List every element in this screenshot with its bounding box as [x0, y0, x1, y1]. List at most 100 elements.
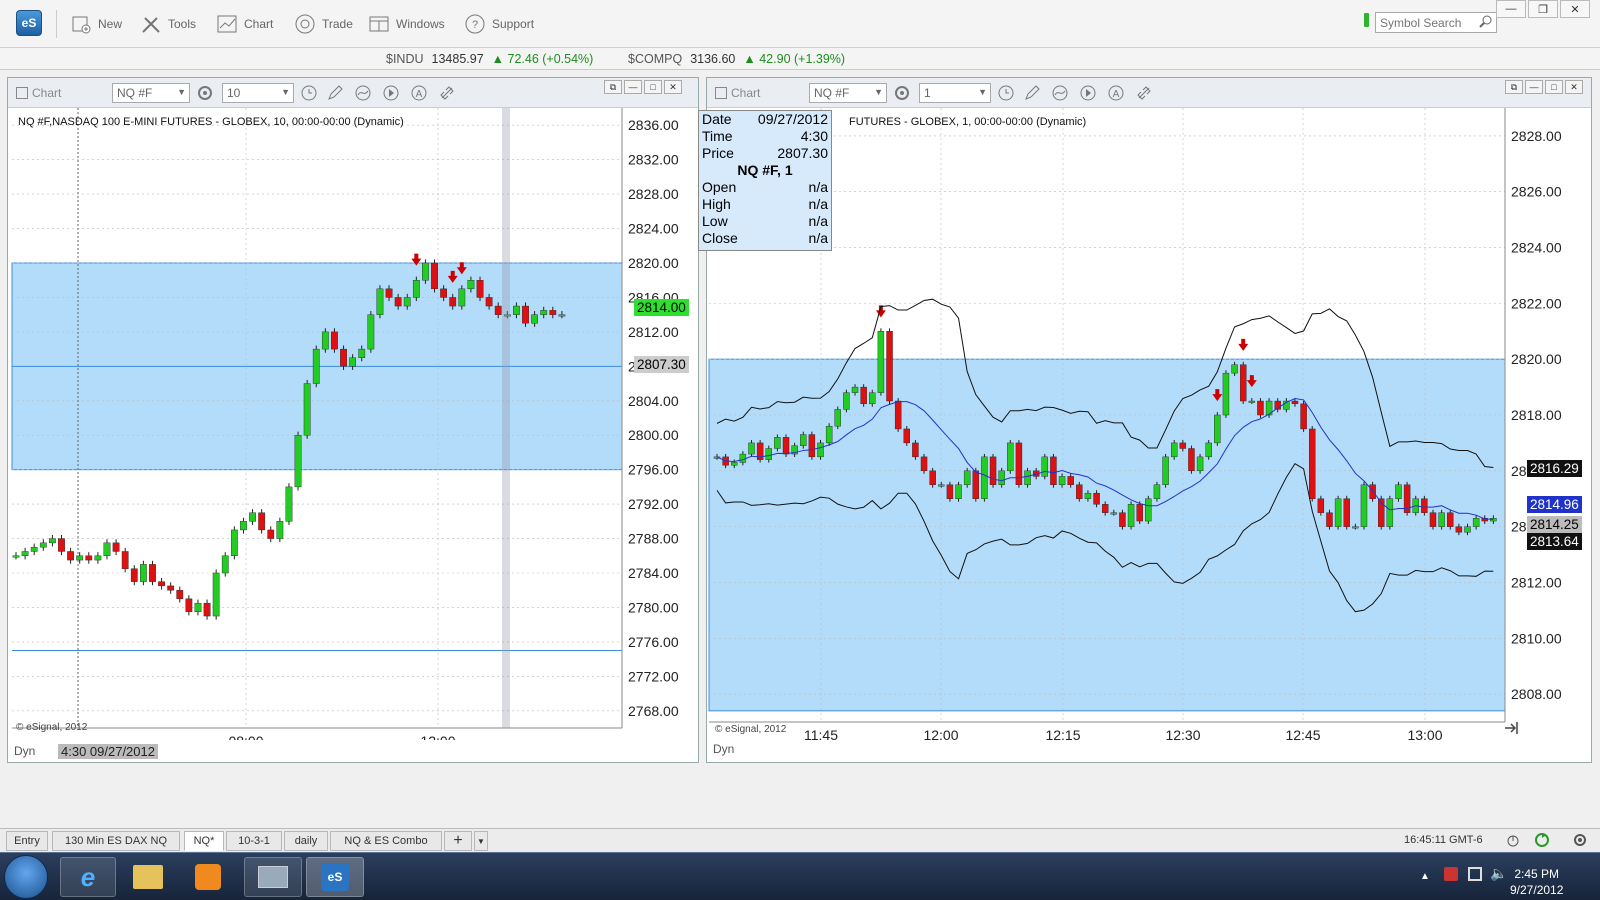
alert-icon[interactable]: A	[1107, 84, 1125, 102]
folder-icon[interactable]	[120, 857, 176, 897]
popout-icon[interactable]: ⧉	[604, 80, 622, 94]
add-tab-button[interactable]: +	[444, 831, 472, 851]
y-tick-label: 2772.00	[628, 668, 679, 684]
tab-entry[interactable]: Entry	[6, 831, 48, 851]
candlestick-chart-left[interactable]: 2836.002832.002828.002824.002820.002816.…	[8, 108, 698, 740]
system-clock[interactable]: 2:45 PM 9/27/2012	[1510, 866, 1563, 898]
data-tip-label: Close	[702, 230, 738, 246]
y-tick-label: 2824.00	[628, 221, 679, 237]
tools-button[interactable]: Tools	[140, 12, 196, 36]
symbol-select[interactable]: NQ #F ▼	[809, 83, 887, 103]
ticker-item[interactable]: $COMPQ 3136.60 ▲ 42.90 (+1.39%)	[628, 52, 845, 66]
candle	[531, 314, 538, 324]
clock-icon[interactable]	[300, 84, 318, 102]
pencil-icon[interactable]	[326, 84, 344, 102]
esignal-logo[interactable]: eS	[16, 10, 42, 36]
main-toolbar: eS New Tools Chart Trade Windows ? Suppo…	[0, 0, 1600, 48]
candle	[112, 542, 120, 552]
pencil-icon[interactable]	[1023, 84, 1041, 102]
candle	[1162, 456, 1169, 485]
x-tick-label: 12:45	[1285, 727, 1320, 740]
gear-icon[interactable]	[893, 84, 911, 102]
gear-icon[interactable]	[196, 84, 214, 102]
refresh-icon[interactable]	[1534, 832, 1550, 848]
tab-nq-es-combo[interactable]: NQ & ES Combo	[330, 831, 442, 851]
candle	[1007, 442, 1014, 472]
volume-icon[interactable]: 🔈	[1490, 865, 1507, 882]
link-icon[interactable]	[1135, 84, 1153, 102]
tray-expand-icon[interactable]: ▲	[1420, 871, 1430, 882]
chart-header: Chart NQ #F ▼ 10 ▼ A ⧉ — □ ✕	[8, 78, 698, 108]
symbol-value: NQ #F	[814, 86, 850, 100]
media-player-icon[interactable]	[180, 857, 236, 897]
x-tick-label: 12:00	[923, 727, 958, 740]
candle	[963, 470, 971, 485]
support-button[interactable]: ? Support	[464, 12, 534, 36]
close-icon[interactable]: ✕	[1560, 0, 1590, 18]
study-icon[interactable]	[1051, 84, 1069, 102]
power-icon[interactable]	[1506, 834, 1520, 848]
candle	[76, 555, 84, 561]
candle	[558, 314, 566, 317]
trade-button[interactable]: Trade	[294, 12, 353, 36]
study-icon[interactable]	[354, 84, 372, 102]
play-icon[interactable]	[382, 84, 400, 102]
link-icon[interactable]	[438, 84, 456, 102]
popout-icon[interactable]: ⧉	[1505, 80, 1523, 94]
minimize-icon[interactable]: —	[624, 80, 642, 94]
chart-button[interactable]: Chart	[216, 12, 273, 36]
tab-10-3-1[interactable]: 10-3-1	[226, 831, 282, 851]
minimize-icon[interactable]: —	[1496, 0, 1526, 18]
candle	[1360, 484, 1368, 527]
interval-select[interactable]: 10 ▼	[222, 83, 294, 103]
candle	[1041, 456, 1049, 477]
tab-daily[interactable]: daily	[284, 831, 328, 851]
x-tick-label: 12:00	[420, 733, 455, 740]
dynamic-mode-toggle[interactable]: Dyn	[14, 744, 35, 758]
price-tag: 2813.64	[1527, 533, 1582, 550]
restore-icon[interactable]: ❐	[1528, 0, 1558, 18]
ticker-value: 13485.97	[431, 52, 484, 66]
dynamic-mode-toggle[interactable]: Dyn	[713, 742, 734, 756]
candle	[1145, 498, 1152, 522]
candle	[1239, 364, 1247, 402]
start-button-windows-icon[interactable]	[4, 855, 48, 899]
data-tip-label: Open	[702, 179, 737, 195]
network-icon[interactable]	[1468, 867, 1482, 881]
action-center-icon[interactable]	[1444, 867, 1458, 881]
play-icon[interactable]	[1079, 84, 1097, 102]
candle	[1188, 448, 1195, 472]
scroll-to-end-icon[interactable]	[1503, 720, 1521, 736]
settings-icon[interactable]	[1572, 832, 1588, 848]
tab-nq[interactable]: NQ*	[184, 831, 224, 851]
candle	[458, 288, 466, 307]
internet-explorer-icon[interactable]: e	[60, 857, 116, 897]
maximize-icon[interactable]: □	[644, 80, 662, 94]
minimize-icon[interactable]: —	[1525, 80, 1543, 94]
alert-icon[interactable]: A	[410, 84, 428, 102]
ticker-item[interactable]: $INDU 13485.97 ▲ 72.46 (+0.54%)	[386, 52, 593, 66]
candlestick-chart-right[interactable]: 2828.00 2826.00 2824.00 2822.00 2820.00 2818.…	[707, 108, 1591, 740]
interval-select[interactable]: 1 ▼	[919, 83, 991, 103]
close-icon[interactable]: ✕	[1565, 80, 1583, 94]
candle	[185, 598, 193, 612]
tab-menu-chevron-down-icon[interactable]: ▼	[474, 831, 488, 851]
tab-130-min[interactable]: 130 Min ES DAX NQ	[52, 831, 180, 851]
windows-button[interactable]: Windows	[368, 12, 445, 36]
candle	[1214, 414, 1221, 444]
data-tip-label: Time	[702, 128, 733, 144]
symbol-select[interactable]: NQ #F ▼	[112, 83, 190, 103]
candle	[1101, 504, 1109, 513]
search-icon[interactable]	[1478, 14, 1494, 30]
cursor-price-tag: 2807.30	[634, 356, 689, 373]
maximize-icon[interactable]: □	[1545, 80, 1563, 94]
remote-desktop-icon[interactable]	[244, 857, 302, 897]
candle	[21, 551, 29, 556]
highlight-band	[708, 358, 1506, 712]
candle	[158, 581, 165, 587]
candle	[212, 572, 220, 617]
new-button[interactable]: New	[70, 12, 122, 36]
clock-icon[interactable]	[997, 84, 1015, 102]
close-icon[interactable]: ✕	[664, 80, 682, 94]
esignal-taskbar-icon[interactable]: eS	[306, 857, 364, 897]
